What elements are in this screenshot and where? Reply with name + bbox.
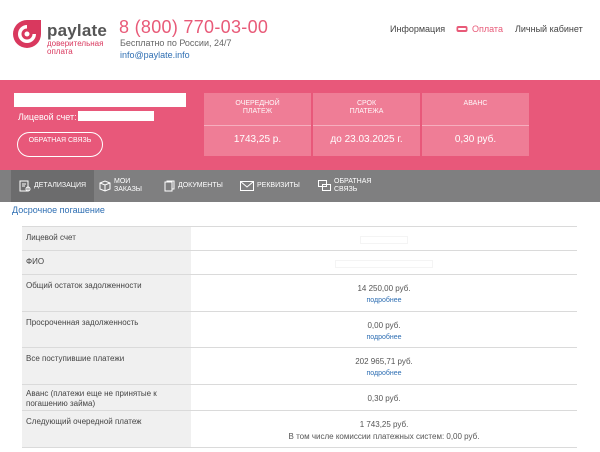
table-row: Просроченная задолженность 0,00 руб. под… — [22, 312, 577, 348]
table-row: Лицевой счет — [22, 227, 577, 251]
card-title: Очередной платеж — [235, 100, 280, 115]
table-row: Все поступившие платежи 202 965,71 руб. … — [22, 348, 577, 385]
card-divider — [204, 125, 311, 126]
documents-icon — [164, 180, 175, 192]
next-payment-value: 1 743,25 руб. — [359, 420, 409, 429]
card-advance: Аванс 0,30 руб. — [422, 93, 529, 156]
nav-cabinet[interactable]: Личный кабинет — [515, 24, 583, 34]
card-title: Срок платежа — [349, 100, 384, 115]
box-icon — [99, 180, 111, 192]
payment-commission-note: В том числе комиссии платежных систем: 0… — [288, 432, 480, 441]
document-search-icon — [19, 180, 31, 192]
account-number-label: Лицевой счет: — [18, 112, 77, 122]
site-header: paylate доверительная оплата 8 (800) 770… — [0, 0, 600, 80]
account-name-masked — [14, 93, 186, 107]
row-label: Просроченная задолженность — [22, 312, 191, 347]
details-link[interactable]: подробнее — [191, 368, 577, 380]
masked-account-number — [360, 236, 408, 244]
support-phone[interactable]: 8 (800) 770-03-00 — [119, 17, 268, 38]
row-value: 0,00 руб. подробнее — [191, 312, 577, 347]
nav-info[interactable]: Информация — [390, 24, 445, 34]
card-divider — [422, 125, 529, 126]
overdue-debt-value: 0,00 руб. — [367, 321, 401, 330]
tab-details-label: Детализация — [34, 182, 87, 189]
wallet-icon — [456, 26, 468, 32]
tab-my-orders-label: Мои заказы — [114, 178, 142, 193]
tab-feedback[interactable]: Обратная связь — [318, 170, 380, 202]
section-tabs: Детализация Мои заказы Документы Реквизи… — [0, 170, 600, 202]
row-label: Аванс (платежи еще не принятые к погашен… — [22, 385, 191, 410]
nav-pay[interactable]: Оплата — [456, 24, 503, 34]
row-value: 202 965,71 руб. подробнее — [191, 348, 577, 384]
row-value: 0,30 руб. — [191, 385, 577, 410]
total-debt-value: 14 250,00 руб. — [357, 284, 411, 293]
row-label: ФИО — [22, 251, 191, 274]
table-row: ФИО — [22, 251, 577, 275]
tab-feedback-label: Обратная связь — [334, 178, 372, 193]
nav-pay-label: Оплата — [472, 24, 503, 34]
row-value: 14 250,00 руб. подробнее — [191, 275, 577, 311]
envelope-icon — [240, 181, 254, 191]
row-label: Следующий очередной платеж — [22, 411, 191, 447]
row-value — [191, 227, 577, 250]
table-row: Следующий очередной платеж 1 743,25 руб.… — [22, 411, 577, 448]
tab-details[interactable]: Детализация — [11, 170, 95, 202]
card-value: 1743,25 р. — [233, 134, 282, 145]
account-number-masked — [78, 111, 154, 121]
paylate-logo-icon[interactable] — [12, 19, 42, 49]
payments-received-value: 202 965,71 руб. — [355, 357, 413, 366]
card-divider — [313, 125, 420, 126]
card-payment-due: Срок платежа до 23.03.2025 г. — [313, 93, 420, 156]
card-title: Аванс — [463, 100, 488, 107]
card-value: 0,30 руб. — [454, 134, 497, 145]
logo-subtitle: доверительная оплата — [47, 39, 104, 56]
masked-full-name — [335, 260, 433, 268]
card-value: до 23.03.2025 г. — [330, 134, 403, 145]
row-label: Лицевой счет — [22, 227, 191, 250]
chat-bubbles-icon — [318, 180, 331, 191]
details-link[interactable]: подробнее — [191, 295, 577, 307]
details-table: Лицевой счет ФИО Общий остаток задолженн… — [22, 226, 577, 448]
support-email-link[interactable]: info@paylate.info — [120, 50, 190, 60]
advance-value: 0,30 руб. — [367, 394, 401, 403]
table-row: Общий остаток задолженности 14 250,00 ру… — [22, 275, 577, 312]
tab-my-orders[interactable]: Мои заказы — [99, 170, 149, 202]
early-repayment-link[interactable]: Досрочное погашение — [12, 205, 105, 215]
feedback-button[interactable]: Обратная связь — [17, 132, 103, 157]
free-call-note: Бесплатно по России, 24/7 — [120, 38, 232, 48]
details-link[interactable]: подробнее — [191, 332, 577, 344]
row-label: Все поступившие платежи — [22, 348, 191, 384]
card-next-payment: Очередной платеж 1743,25 р. — [204, 93, 311, 156]
table-row: Аванс (платежи еще не принятые к погашен… — [22, 385, 577, 411]
tab-documents[interactable]: Документы — [164, 170, 223, 202]
row-value — [191, 251, 577, 274]
row-label: Общий остаток задолженности — [22, 275, 191, 311]
logo-name[interactable]: paylate — [47, 21, 107, 41]
row-value: 1 743,25 руб. В том числе комиссии плате… — [191, 411, 577, 447]
tab-documents-label: Документы — [178, 182, 223, 189]
tab-requisites[interactable]: Реквизиты — [240, 170, 300, 202]
tab-requisites-label: Реквизиты — [257, 182, 300, 189]
